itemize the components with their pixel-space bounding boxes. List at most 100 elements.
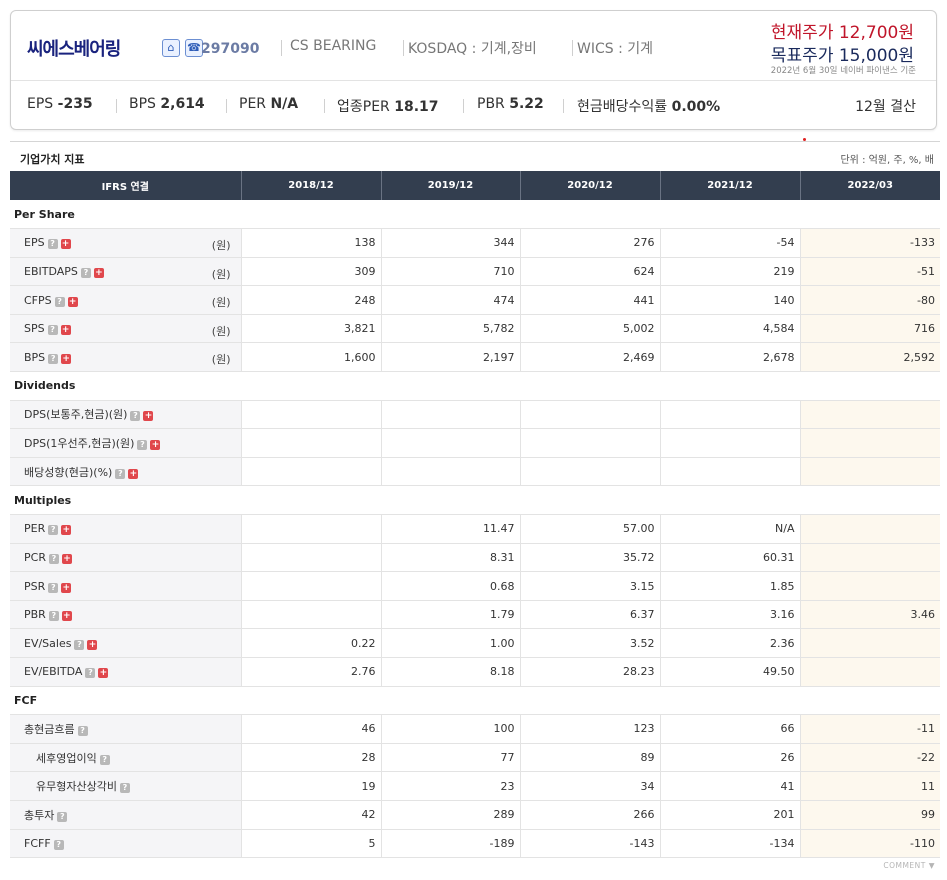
expand-icon[interactable]: + (143, 411, 154, 422)
value-cell (800, 543, 940, 573)
current-price: 현재주가 12,700원 (770, 23, 914, 43)
value-cell: -110 (800, 829, 940, 859)
expand-icon[interactable]: + (61, 353, 72, 364)
market-sector: KOSDAQ : 기계,장비 (408, 41, 537, 57)
divider (403, 40, 404, 56)
help-icon[interactable]: ? (57, 811, 68, 822)
row-label: EPS (24, 236, 45, 250)
header-period: 2021/12 (660, 171, 801, 200)
help-icon[interactable]: ? (130, 411, 141, 422)
expand-icon[interactable]: + (150, 440, 161, 451)
unit-note: 단위 : 억원, 주, %, 배 (840, 155, 934, 166)
help-icon[interactable]: ? (48, 582, 59, 593)
value-cell (520, 400, 661, 430)
row-label: EBITDAPS (24, 264, 78, 278)
help-icon[interactable]: ? (47, 325, 58, 336)
help-icon[interactable]: ? (48, 611, 59, 622)
stock-info-row: 씨에스베어링 ⌂ ☎ 297090 CS BEARING KOSDAQ : 기계… (11, 11, 936, 81)
help-icon[interactable]: ? (137, 440, 148, 451)
expand-icon[interactable]: + (61, 525, 72, 536)
value-cell: 89 (520, 743, 661, 773)
help-icon[interactable]: ? (74, 639, 85, 650)
value-cell (381, 428, 521, 458)
value-cell: 1.79 (381, 600, 521, 630)
help-icon[interactable]: ? (99, 754, 110, 765)
value-cell: 41 (660, 771, 801, 801)
value-cell: 123 (520, 714, 661, 744)
row-label: 배당성향(현금)(%) (24, 465, 113, 479)
expand-icon[interactable]: + (60, 239, 71, 250)
value-cell: 26 (660, 743, 801, 773)
help-icon[interactable]: ? (54, 296, 65, 307)
table-row: 유무형자산상각비? 19 23 34 41 11 (10, 771, 940, 801)
help-icon[interactable]: ? (77, 725, 88, 736)
value-cell (241, 543, 382, 573)
value-cell: 710 (381, 257, 521, 287)
expand-icon[interactable]: + (67, 296, 78, 307)
value-cell: 1.85 (660, 571, 801, 601)
value-cell (800, 628, 940, 658)
help-icon[interactable]: ? (48, 553, 59, 564)
expand-icon[interactable]: + (128, 468, 139, 479)
value-cell: 2,678 (660, 342, 801, 373)
value-cell: 8.31 (381, 543, 521, 573)
expand-icon[interactable]: + (61, 611, 72, 622)
row-label: EV/Sales (24, 636, 72, 650)
row-label-cell: 총현금흐름? (10, 714, 242, 744)
row-unit: (원) (211, 324, 231, 338)
help-icon[interactable]: ? (47, 239, 58, 250)
row-label: BPS (24, 350, 46, 364)
group-row: Multiples (10, 485, 940, 516)
metric-pbr: PBR 5.22 (477, 96, 544, 112)
value-cell: 3.52 (520, 628, 661, 658)
row-label-cell: 총투자? (10, 800, 242, 830)
help-icon[interactable]: ? (80, 267, 91, 278)
help-icon[interactable]: ? (115, 468, 126, 479)
value-cell: 276 (520, 228, 661, 258)
expand-icon[interactable]: + (61, 553, 72, 564)
row-label: SPS (24, 322, 45, 336)
row-label: EV/EBITDA (24, 665, 83, 679)
value-cell: 11 (800, 771, 940, 801)
value-cell (660, 457, 801, 487)
value-cell (520, 428, 661, 458)
row-label-cell: SPS? + (원) (10, 314, 242, 344)
expand-icon[interactable]: + (98, 668, 109, 679)
value-cell: 0.68 (381, 571, 521, 601)
help-icon[interactable]: ? (48, 353, 59, 364)
value-cell (800, 514, 940, 544)
expand-icon[interactable]: + (60, 325, 71, 336)
value-cell: 19 (241, 771, 382, 801)
table-row: FCFF? 5 -189 -143 -134 -110 (10, 829, 940, 859)
company-name[interactable]: 씨에스베어링 (27, 35, 121, 61)
comment-toggle[interactable]: COMMENT ▼ (883, 861, 935, 870)
home-icon[interactable]: ⌂ (162, 39, 180, 57)
value-cell: 624 (520, 257, 661, 287)
expand-icon[interactable]: + (61, 582, 72, 593)
value-cell: -11 (800, 714, 940, 744)
table-row: EV/EBITDA? +2.76 8.18 28.23 49.50 (10, 657, 940, 687)
row-label-cell: PER? + (10, 514, 242, 544)
value-cell: 99 (800, 800, 940, 830)
row-label-cell: 유무형자산상각비? (10, 771, 242, 801)
table-row: CFPS? + (원) 248 474 441 140 -80 (10, 285, 940, 315)
value-cell: 28 (241, 743, 382, 773)
value-cell: 4,584 (660, 314, 801, 344)
row-label: 세후영업이익 (36, 751, 97, 765)
help-icon[interactable]: ? (119, 783, 130, 794)
help-icon[interactable]: ? (48, 525, 59, 536)
expand-icon[interactable]: + (93, 267, 104, 278)
divider (563, 99, 564, 113)
row-unit: (원) (211, 239, 231, 253)
help-icon[interactable]: ? (85, 668, 96, 679)
help-icon[interactable]: ? (53, 839, 64, 850)
table-row: 세후영업이익? 28 77 89 26 -22 (10, 743, 940, 773)
expand-icon[interactable]: + (87, 639, 98, 650)
header-ifrs[interactable]: IFRS 연결 (10, 171, 242, 200)
divider (226, 99, 227, 113)
table-row: BPS? + (원) 1,600 2,197 2,469 2,678 2,592 (10, 342, 940, 373)
value-cell: 2,197 (381, 342, 521, 373)
section-header: 기업가치 지표 단위 : 억원, 주, %, 배 (10, 141, 940, 171)
row-label-cell: 배당성향(현금)(%)? + (10, 457, 242, 487)
header-period: 2019/12 (381, 171, 521, 200)
